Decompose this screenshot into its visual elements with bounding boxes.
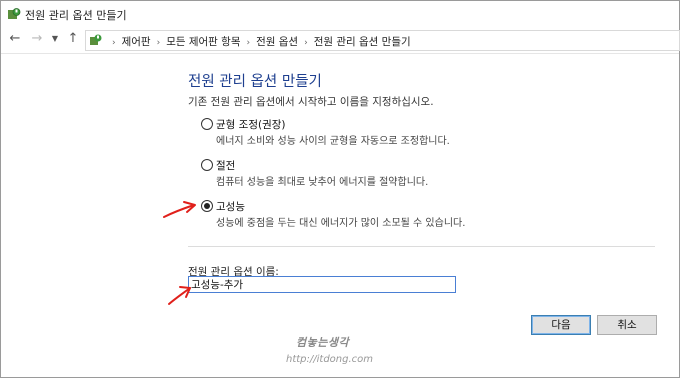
- option-label[interactable]: 균형 조정(권장): [216, 117, 286, 132]
- annotation-arrow-icon: [163, 201, 196, 218]
- breadcrumb-item[interactable]: 모든 제어판 항목: [166, 36, 240, 48]
- breadcrumb-item[interactable]: 전원 관리 옵션 만들기: [314, 36, 411, 48]
- cancel-button[interactable]: 취소: [597, 315, 657, 335]
- title-bar: 전원 관리 옵션 만들기: [1, 1, 679, 27]
- chevron-down-icon[interactable]: ▼: [47, 31, 63, 47]
- divider: [1, 53, 679, 54]
- power-options-icon: [8, 8, 21, 19]
- watermark-url: http://itdong.com: [286, 354, 374, 365]
- breadcrumb-separator-icon: ›: [156, 38, 161, 48]
- option-description: 에너지 소비와 성능 사이의 균형을 자동으로 조정합니다.: [216, 136, 450, 147]
- arrow-up-icon[interactable]: ↑: [65, 31, 81, 47]
- next-button[interactable]: 다음: [531, 315, 591, 335]
- breadcrumb: › 제어판 › 모든 제어판 항목 › 전원 옵션 › 전원 관리 옵션 만들기: [106, 34, 411, 49]
- radio-button[interactable]: [201, 159, 213, 171]
- plan-name-input[interactable]: [188, 276, 456, 293]
- address-bar[interactable]: › 제어판 › 모든 제어판 항목 › 전원 옵션 › 전원 관리 옵션 만들기: [85, 30, 680, 51]
- control-panel-icon: [90, 34, 102, 45]
- navigation-bar: ← → ▼ ↑ › 제어판 › 모든 제어판 항목 › 전원 옵션 › 전원 관리 옵션 만들…: [1, 28, 680, 52]
- breadcrumb-separator-icon: ›: [112, 38, 116, 48]
- breadcrumb-separator-icon: ›: [304, 38, 308, 48]
- radio-button-selected[interactable]: [201, 200, 213, 212]
- arrow-left-icon[interactable]: ←: [7, 31, 23, 47]
- option-description: 컴퓨터 성능을 최대로 낮추어 에너지를 절약합니다.: [216, 177, 429, 188]
- breadcrumb-item[interactable]: 전원 옵션: [256, 36, 298, 48]
- watermark-title: 컴놓는생각: [296, 336, 350, 349]
- page-title: 전원 관리 옵션 만들기: [188, 74, 322, 90]
- option-label[interactable]: 고성능: [216, 199, 245, 214]
- watermark: 컴놓는생각 http://itdong.com: [286, 334, 406, 372]
- breadcrumb-item[interactable]: 제어판: [122, 36, 151, 48]
- window-title: 전원 관리 옵션 만들기: [25, 9, 127, 22]
- option-label[interactable]: 절전: [216, 158, 235, 173]
- section-divider: [188, 246, 655, 247]
- breadcrumb-separator-icon: ›: [246, 38, 251, 48]
- arrow-right-icon[interactable]: →: [29, 31, 45, 47]
- option-description: 성능에 중점을 두는 대신 에너지가 많이 소모될 수 있습니다.: [216, 218, 466, 229]
- annotation-arrow-icon: [168, 286, 191, 305]
- page-description: 기존 전원 관리 옵션에서 시작하고 이름을 지정하십시오.: [188, 96, 434, 108]
- radio-button[interactable]: [201, 118, 213, 130]
